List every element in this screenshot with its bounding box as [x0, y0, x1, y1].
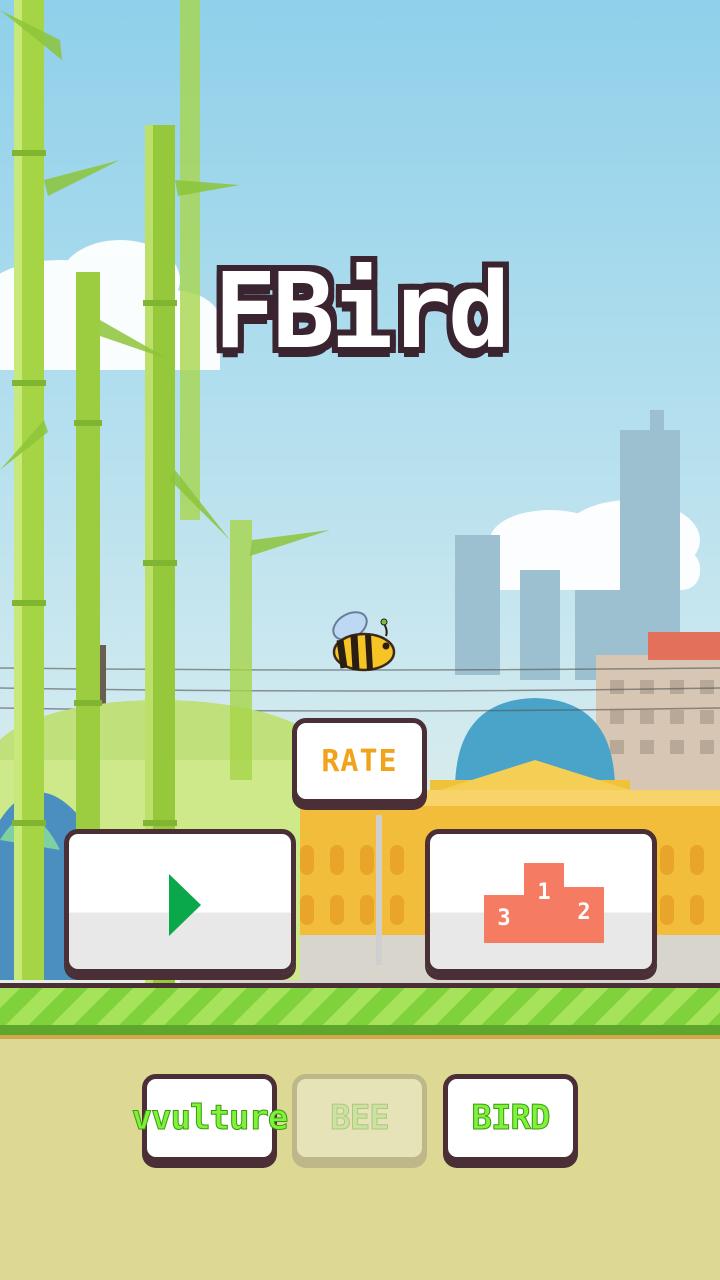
character-bee-label: BEE — [330, 1098, 390, 1139]
rate-button-label: RATE — [321, 743, 398, 779]
leaderboard-button[interactable]: 1 2 3 — [425, 829, 657, 974]
character-bird-label: BIRD — [471, 1098, 551, 1139]
play-button[interactable] — [64, 829, 296, 974]
rate-button[interactable]: RATE — [292, 718, 427, 804]
game-title: FBird — [213, 250, 510, 372]
bee-character-icon — [332, 611, 396, 672]
podium-icon: 1 2 3 — [484, 863, 604, 943]
podium-third-label: 3 — [497, 906, 510, 931]
play-triangle-icon — [169, 874, 201, 936]
game-screen: FBird RATE 1 2 3 vvulture BEE BIRD — [0, 0, 720, 1280]
character-vulture-label: vvulture — [131, 1098, 289, 1139]
podium-second-label: 2 — [577, 900, 590, 925]
character-vulture-button[interactable]: vvulture — [131, 1074, 289, 1162]
character-bird-button[interactable]: BIRD — [443, 1074, 578, 1162]
character-bee-button[interactable]: BEE — [292, 1074, 427, 1162]
ground-stripe — [0, 983, 720, 1035]
podium-first-label: 1 — [537, 880, 550, 905]
